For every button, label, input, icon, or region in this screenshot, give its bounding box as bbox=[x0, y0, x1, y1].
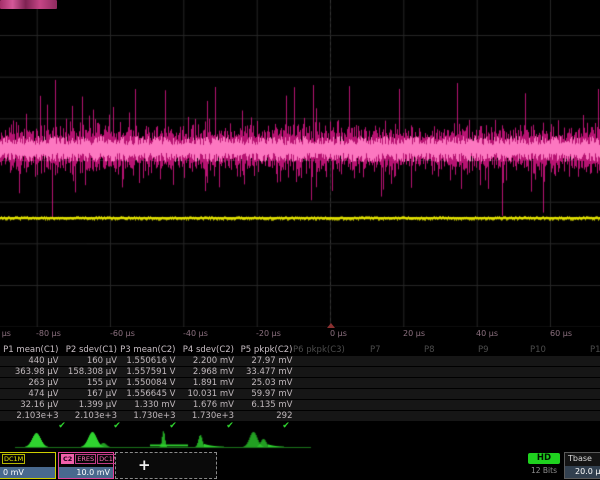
meas-value: 6.135 mV bbox=[235, 400, 293, 410]
top-left-pink-badge bbox=[0, 0, 57, 9]
meas-value: 1.550616 V bbox=[118, 356, 176, 366]
meas-value: 167 µV bbox=[59, 389, 117, 399]
time-tick: 60 µs bbox=[550, 329, 572, 338]
meas-value: 2.200 mV bbox=[176, 356, 234, 366]
param-header-p9[interactable]: P9 bbox=[478, 345, 489, 355]
param-header-p11[interactable]: P11 bbox=[590, 345, 600, 355]
meas-value: 160 µV bbox=[59, 356, 117, 366]
meas-value: 27.97 mV bbox=[235, 356, 293, 366]
meas-value: 1.891 mV bbox=[176, 378, 234, 388]
time-per-div: 20.0 µs bbox=[565, 466, 600, 478]
time-tick: -100 µs bbox=[0, 329, 11, 338]
histicon-strip bbox=[0, 430, 600, 452]
meas-value: 1.730e+3 bbox=[176, 411, 234, 421]
meas-value: 1.676 mV bbox=[176, 400, 234, 410]
oscilloscope-screen: -100 µs -80 µs -60 µs -40 µs -20 µs 0 µs… bbox=[0, 0, 600, 480]
timebase-descriptor-box[interactable]: Tbase 20.0 µs bbox=[564, 452, 600, 479]
param-header-p6[interactable]: P6 pkpk(C3) bbox=[293, 345, 345, 355]
c1-coupling-badge: DC1M bbox=[2, 454, 25, 464]
meas-value: 158.308 µV bbox=[59, 367, 117, 377]
bottom-bar: DC1M 0 mV C2 ERES DC1M 10.0 mV + HD 12 B… bbox=[0, 452, 600, 480]
meas-value: 2.968 mV bbox=[176, 367, 234, 377]
param-header-p10[interactable]: P10 bbox=[530, 345, 546, 355]
hd-mode-badge: HD bbox=[528, 453, 560, 464]
time-tick: 0 µs bbox=[330, 329, 347, 338]
meas-value: 25.03 mV bbox=[235, 378, 293, 388]
param-header-p4[interactable]: P4 sdev(C2) bbox=[176, 345, 234, 355]
c2-volts-per-div: 10.0 mV bbox=[59, 467, 113, 478]
meas-value: 1.556645 V bbox=[118, 389, 176, 399]
meas-value: 263 µV bbox=[1, 378, 59, 388]
meas-value: 440 µV bbox=[1, 356, 59, 366]
meas-value: 1.557591 V bbox=[118, 367, 176, 377]
adc-bits-label: 12 Bits bbox=[524, 466, 564, 475]
param-header-p7[interactable]: P7 bbox=[370, 345, 381, 355]
timebase-label: Tbase bbox=[568, 454, 592, 463]
time-tick: -20 µs bbox=[256, 329, 281, 338]
meas-value: 33.477 mV bbox=[235, 367, 293, 377]
trigger-time-marker[interactable] bbox=[327, 323, 335, 328]
meas-value: 1.330 mV bbox=[118, 400, 176, 410]
time-tick: -40 µs bbox=[183, 329, 208, 338]
param-header-p3[interactable]: P3 mean(C2) bbox=[118, 345, 176, 355]
meas-value: 1.399 µV bbox=[59, 400, 117, 410]
meas-value: 363.98 µV bbox=[1, 367, 59, 377]
meas-value: 1.730e+3 bbox=[118, 411, 176, 421]
time-axis: -100 µs -80 µs -60 µs -40 µs -20 µs 0 µs… bbox=[0, 327, 600, 344]
meas-value: 474 µV bbox=[1, 389, 59, 399]
time-tick: -60 µs bbox=[110, 329, 135, 338]
meas-value: 2.103e+3 bbox=[1, 411, 59, 421]
waveform-display[interactable] bbox=[0, 0, 600, 327]
param-header-p8[interactable]: P8 bbox=[424, 345, 435, 355]
measurement-table: P1 mean(C1) P2 sdev(C1) P3 mean(C2) P4 s… bbox=[0, 344, 600, 432]
c1-descriptor-box[interactable]: DC1M 0 mV bbox=[0, 452, 56, 479]
meas-value: 32.16 µV bbox=[1, 400, 59, 410]
time-tick: -80 µs bbox=[36, 329, 61, 338]
meas-value: 155 µV bbox=[59, 378, 117, 388]
param-header-p1[interactable]: P1 mean(C1) bbox=[1, 345, 59, 355]
time-tick: 20 µs bbox=[403, 329, 425, 338]
meas-value: 10.031 mV bbox=[176, 389, 234, 399]
c1-volts-per-div: 0 mV bbox=[0, 467, 55, 478]
crosshair-cursor-icon: + bbox=[138, 456, 151, 474]
meas-value: 1.550084 V bbox=[118, 378, 176, 388]
meas-value: 2.103e+3 bbox=[59, 411, 117, 421]
c2-channel-badge: C2 bbox=[61, 454, 74, 464]
add-trace-dropzone[interactable]: + bbox=[115, 452, 217, 479]
meas-value: 59.97 mV bbox=[235, 389, 293, 399]
c2-eres-badge: ERES bbox=[75, 454, 96, 464]
param-header-p5[interactable]: P5 pkpk(C2) bbox=[235, 345, 293, 355]
param-header-p2[interactable]: P2 sdev(C1) bbox=[59, 345, 117, 355]
time-tick: 40 µs bbox=[476, 329, 498, 338]
meas-value: 292 bbox=[235, 411, 293, 421]
c2-descriptor-box[interactable]: C2 ERES DC1M 10.0 mV bbox=[58, 452, 114, 479]
